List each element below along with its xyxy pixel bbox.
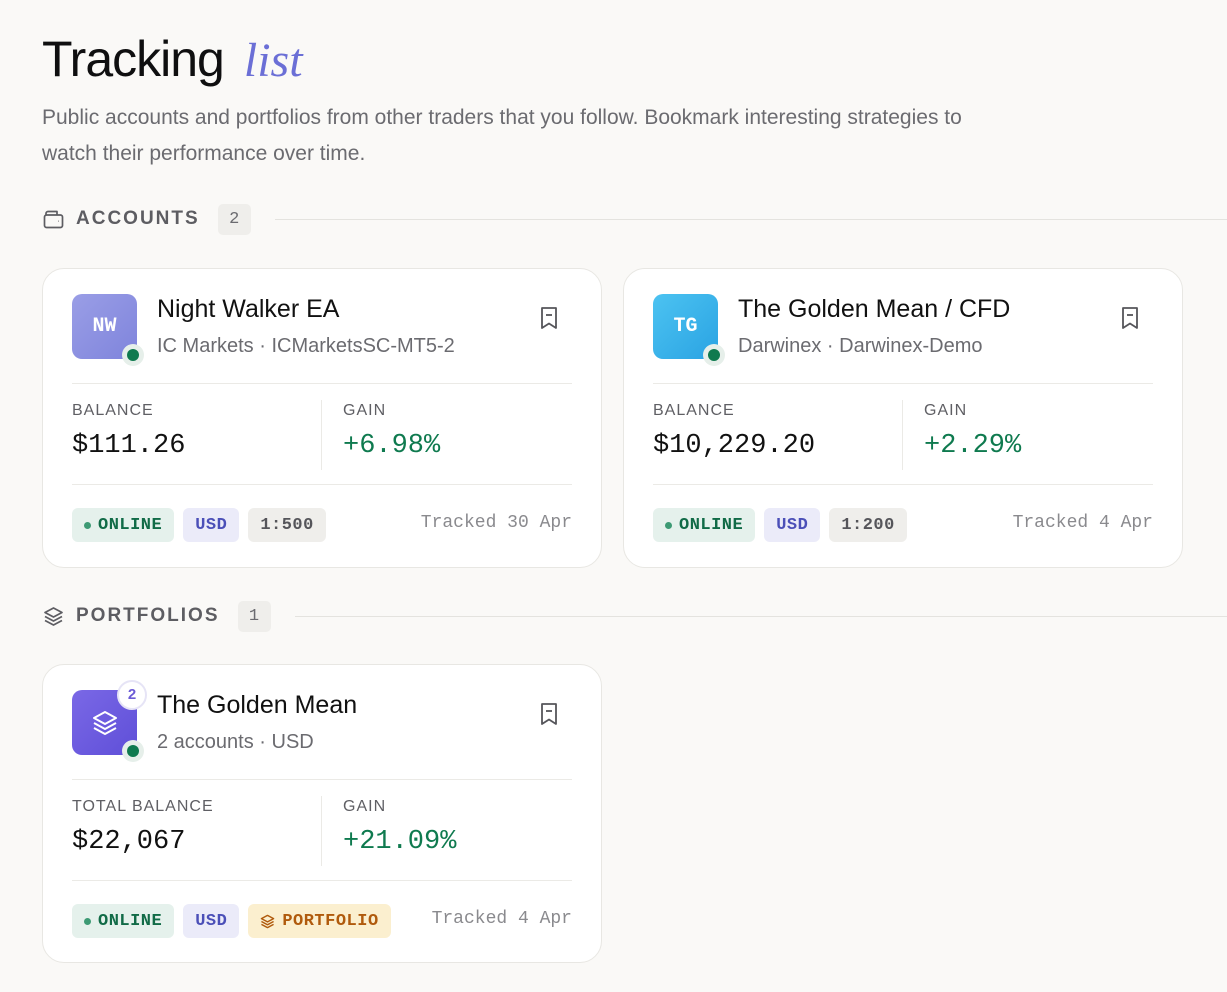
status-badge: ONLINE	[653, 508, 756, 542]
avatar-initials: NW	[92, 315, 117, 338]
portfolio-type-badge: PORTFOLIO	[248, 904, 391, 938]
gain-label: GAIN	[924, 402, 968, 419]
gain-label: GAIN	[343, 798, 387, 815]
portfolio-type-label: PORTFOLIO	[282, 911, 379, 931]
gain-label: GAIN	[343, 402, 387, 419]
account-card[interactable]: TG The Golden Mean / CFD Darwinex · Darw…	[623, 268, 1183, 568]
portfolios-section-header: PORTFOLIOS 1	[42, 600, 1227, 632]
section-divider	[274, 218, 1227, 220]
online-status-dot	[122, 740, 144, 762]
tag-list: ONLINE USD PORTFOLIO	[72, 904, 391, 938]
currency-badge: USD	[183, 904, 240, 938]
online-status-dot	[703, 344, 725, 366]
tag-list: ONLINE USD 1:500	[72, 508, 326, 542]
section-divider	[294, 615, 1227, 617]
bookmark-icon[interactable]	[539, 306, 559, 330]
portfolios-count-badge: 1	[237, 600, 271, 632]
account-name[interactable]: Night Walker EA	[157, 295, 339, 324]
tracking-list-page: Tracking list Public accounts and portfo…	[0, 0, 1227, 992]
total-balance-label: TOTAL BALANCE	[72, 798, 214, 815]
avatar: NW	[72, 294, 144, 366]
status-badge-label: ONLINE	[98, 515, 163, 535]
bookmark-icon[interactable]	[539, 702, 559, 726]
accounts-count-badge: 2	[217, 203, 251, 235]
portfolio-card[interactable]: 2 The Golden Mean 2 accounts · USD TOTAL…	[42, 664, 602, 963]
page-title: Tracking list	[42, 30, 303, 88]
page-title-main: Tracking	[42, 31, 225, 87]
gain-value: +21.09%	[343, 827, 457, 857]
account-broker-server: Darwinex · Darwinex-Demo	[738, 335, 983, 357]
account-card[interactable]: NW Night Walker EA IC Markets · ICMarket…	[42, 268, 602, 568]
avatar: TG	[653, 294, 725, 366]
accounts-section-header: ACCOUNTS 2	[42, 203, 1227, 235]
portfolios-section-label: PORTFOLIOS	[76, 605, 220, 626]
accounts-section-label: ACCOUNTS	[76, 208, 200, 229]
balance-label: BALANCE	[653, 402, 735, 419]
stat-divider	[902, 400, 903, 470]
card-divider	[72, 779, 572, 780]
layers-icon	[261, 914, 275, 928]
status-dot-icon	[84, 917, 91, 925]
total-balance-value: $22,067	[72, 827, 186, 857]
gain-value: +2.29%	[924, 431, 1022, 461]
card-divider	[653, 484, 1153, 485]
portfolio-name[interactable]: The Golden Mean	[157, 691, 357, 720]
currency-badge: USD	[764, 508, 821, 542]
leverage-badge: 1:200	[829, 508, 907, 542]
tracked-date: Tracked 30 Apr	[420, 513, 572, 533]
card-divider	[72, 484, 572, 485]
balance-value: $111.26	[72, 431, 186, 461]
status-badge: ONLINE	[72, 508, 175, 542]
balance-value: $10,229.20	[653, 431, 816, 461]
stat-divider	[321, 400, 322, 470]
account-broker-server: IC Markets · ICMarketsSC-MT5-2	[157, 335, 455, 357]
layers-icon	[92, 710, 117, 735]
online-status-dot	[122, 344, 144, 366]
avatar: 2	[72, 680, 147, 762]
avatar-initials: TG	[673, 315, 698, 338]
tracked-date: Tracked 4 Apr	[1012, 513, 1153, 533]
account-name[interactable]: The Golden Mean / CFD	[738, 295, 1010, 324]
card-divider	[72, 383, 572, 384]
portfolio-summary: 2 accounts · USD	[157, 731, 314, 753]
tag-list: ONLINE USD 1:200	[653, 508, 907, 542]
wallet-icon	[42, 208, 64, 230]
card-divider	[72, 880, 572, 881]
layers-icon	[42, 605, 64, 627]
status-dot-icon	[665, 521, 672, 529]
stat-divider	[321, 796, 322, 866]
status-badge: ONLINE	[72, 904, 175, 938]
bookmark-icon[interactable]	[1120, 306, 1140, 330]
page-title-accent: list	[243, 34, 303, 87]
leverage-badge: 1:500	[248, 508, 326, 542]
balance-label: BALANCE	[72, 402, 154, 419]
gain-value: +6.98%	[343, 431, 441, 461]
page-subtitle: Public accounts and portfolios from othe…	[42, 106, 962, 165]
status-badge-label: ONLINE	[679, 515, 744, 535]
accounts-count-badge: 2	[117, 680, 147, 710]
card-divider	[653, 383, 1153, 384]
currency-badge: USD	[183, 508, 240, 542]
status-dot-icon	[84, 521, 91, 529]
status-badge-label: ONLINE	[98, 911, 163, 931]
tracked-date: Tracked 4 Apr	[431, 909, 572, 929]
